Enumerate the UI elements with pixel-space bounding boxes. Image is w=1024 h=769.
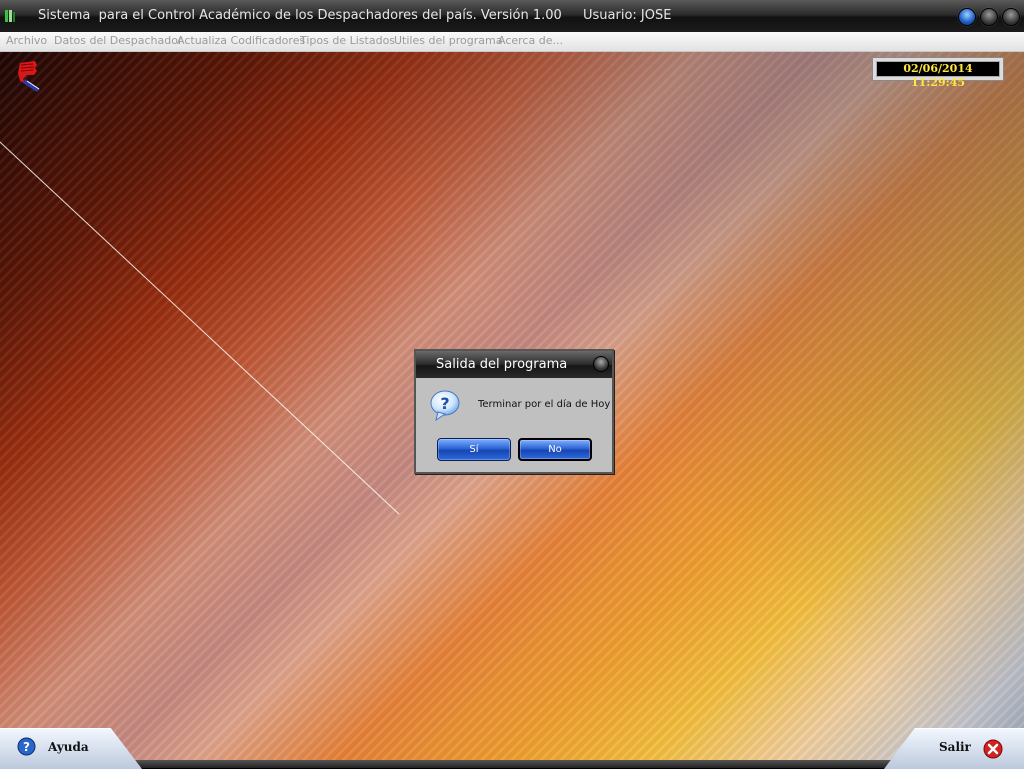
- dialog-title: Salida del programa: [436, 357, 568, 372]
- maximize-button[interactable]: [980, 8, 998, 26]
- close-x-icon[interactable]: [983, 739, 1003, 759]
- svg-text:?: ?: [23, 740, 30, 754]
- dialog-title-bar[interactable]: Salida del programa: [416, 351, 612, 378]
- help-icon[interactable]: ?: [17, 737, 36, 756]
- menu-tipos-listados[interactable]: Tipos de Listados: [300, 34, 395, 47]
- window-title: Sistema para el Control Académico de los…: [38, 8, 562, 23]
- dialog-close-button[interactable]: [593, 356, 609, 372]
- no-button[interactable]: No: [518, 438, 592, 461]
- close-button[interactable]: [1002, 8, 1020, 26]
- clock-datetime: 02/06/2014 11:29:45: [876, 61, 1000, 89]
- title-bar: Sistema para el Control Académico de los…: [0, 0, 1024, 33]
- question-icon: ?: [430, 390, 460, 422]
- fist-logo-icon: [18, 61, 40, 92]
- yes-button[interactable]: Sí: [437, 438, 511, 461]
- menu-acerca-de[interactable]: Acerca de...: [498, 34, 563, 47]
- minimize-button[interactable]: [958, 8, 976, 26]
- bottom-bar: [0, 760, 1024, 768]
- help-label[interactable]: Ayuda: [48, 740, 89, 754]
- menu-bar: Archivo Datos del Despachador Actualiza …: [0, 32, 1024, 52]
- menu-actualiza-codificadores[interactable]: Actualiza Codificadores: [177, 34, 305, 47]
- clock-display: 02/06/2014 11:29:45: [872, 57, 1004, 89]
- app-icon: [5, 10, 15, 22]
- menu-datos-despachador[interactable]: Datos del Despachador: [54, 34, 182, 47]
- menu-utiles-programa[interactable]: Utiles del programa: [394, 34, 502, 47]
- menu-archivo[interactable]: Archivo: [6, 34, 47, 47]
- svg-text:?: ?: [440, 394, 449, 413]
- exit-dialog: Salida del programa ? Terminar por el dí…: [414, 349, 614, 474]
- dialog-message: Terminar por el día de Hoy: [478, 399, 611, 410]
- user-label: Usuario: JOSE: [583, 8, 672, 23]
- exit-label[interactable]: Salir: [939, 740, 971, 754]
